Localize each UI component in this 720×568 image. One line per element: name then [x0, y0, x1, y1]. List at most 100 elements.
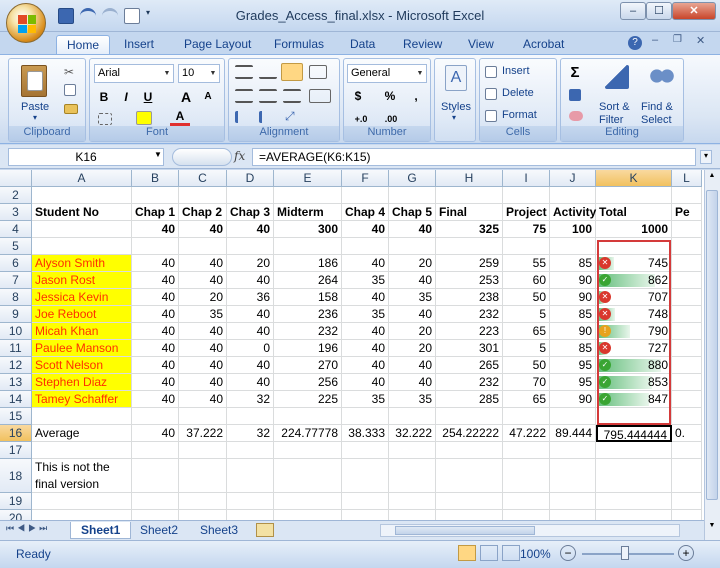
average-value[interactable]: 0.: [672, 425, 702, 442]
cell[interactable]: [596, 510, 672, 520]
score-value[interactable]: 40: [179, 340, 227, 357]
max-score[interactable]: 40: [227, 221, 274, 238]
column-heading[interactable]: Chap 4: [342, 204, 389, 221]
average-value[interactable]: 47.222: [503, 425, 550, 442]
max-score[interactable]: 75: [503, 221, 550, 238]
cell[interactable]: [672, 255, 702, 272]
score-value[interactable]: 40: [389, 357, 436, 374]
column-heading[interactable]: Activity: [550, 204, 596, 221]
cell[interactable]: [274, 459, 342, 493]
cell[interactable]: [227, 238, 274, 255]
score-value[interactable]: 253: [436, 272, 503, 289]
office-button[interactable]: [6, 3, 46, 43]
student-name[interactable]: Scott Nelson: [32, 357, 132, 374]
delete-button[interactable]: Delete: [502, 87, 534, 99]
score-value[interactable]: 40: [342, 340, 389, 357]
find-select-button[interactable]: Find &: [641, 101, 673, 113]
scroll-thumb[interactable]: [706, 190, 718, 500]
column-header[interactable]: C: [179, 170, 227, 187]
cell[interactable]: [179, 238, 227, 255]
student-name[interactable]: Jessica Kevin: [32, 289, 132, 306]
score-value[interactable]: 40: [132, 272, 179, 289]
cell[interactable]: [550, 442, 596, 459]
minimize-button[interactable]: –: [620, 2, 646, 20]
score-value[interactable]: 232: [274, 323, 342, 340]
cell[interactable]: [672, 442, 702, 459]
cell[interactable]: [550, 493, 596, 510]
currency-button[interactable]: $: [348, 86, 368, 106]
undo-icon[interactable]: [80, 8, 96, 24]
font-name-dropdown[interactable]: Arial ▼: [94, 64, 174, 83]
average-value[interactable]: 37.222: [179, 425, 227, 442]
row-header[interactable]: 19: [0, 493, 32, 510]
align-middle-icon[interactable]: [259, 65, 277, 79]
cell[interactable]: [132, 238, 179, 255]
score-value[interactable]: 40: [342, 289, 389, 306]
score-value[interactable]: 40: [179, 255, 227, 272]
column-heading[interactable]: Chap 3: [227, 204, 274, 221]
score-value[interactable]: 40: [227, 323, 274, 340]
cell[interactable]: [179, 187, 227, 204]
zoom-out-button[interactable]: −: [560, 545, 576, 561]
format-painter-icon[interactable]: [64, 104, 78, 114]
average-value[interactable]: 32.222: [389, 425, 436, 442]
average-value[interactable]: 224.77778: [274, 425, 342, 442]
row-header[interactable]: 20: [0, 510, 32, 520]
score-value[interactable]: 90: [550, 323, 596, 340]
note-cell[interactable]: This is not the final version: [32, 459, 132, 493]
cell[interactable]: [274, 238, 342, 255]
cell[interactable]: [227, 510, 274, 520]
student-name[interactable]: Alyson Smith: [32, 255, 132, 272]
autosum-button[interactable]: Σ: [565, 63, 585, 83]
row-header[interactable]: 5: [0, 238, 32, 255]
cell[interactable]: [672, 221, 702, 238]
row-header[interactable]: 17: [0, 442, 32, 459]
close-button[interactable]: ✕: [672, 2, 716, 20]
italic-button[interactable]: I: [116, 87, 136, 107]
align-center-icon[interactable]: [259, 89, 277, 103]
row-header[interactable]: 11: [0, 340, 32, 357]
cell[interactable]: [132, 442, 179, 459]
cell[interactable]: [672, 408, 702, 425]
row-header[interactable]: 15: [0, 408, 32, 425]
score-value[interactable]: 40: [342, 323, 389, 340]
cell[interactable]: [32, 442, 132, 459]
column-header[interactable]: D: [227, 170, 274, 187]
score-value[interactable]: 285: [436, 391, 503, 408]
cell[interactable]: [503, 459, 550, 493]
score-value[interactable]: 35: [179, 306, 227, 323]
cell[interactable]: [179, 510, 227, 520]
ribbon-minimize-icon[interactable]: –: [652, 34, 658, 46]
redo-icon[interactable]: [102, 8, 118, 24]
cell[interactable]: [503, 442, 550, 459]
student-name[interactable]: Jason Rost: [32, 272, 132, 289]
cell[interactable]: [227, 459, 274, 493]
cell[interactable]: [132, 510, 179, 520]
score-value[interactable]: 40: [389, 272, 436, 289]
cell[interactable]: [32, 408, 132, 425]
comma-button[interactable]: ,: [406, 86, 426, 106]
row-header[interactable]: 3: [0, 204, 32, 221]
tab-acrobat[interactable]: Acrobat: [513, 35, 574, 54]
score-value[interactable]: 5: [503, 340, 550, 357]
row-header[interactable]: 13: [0, 374, 32, 391]
score-value[interactable]: 264: [274, 272, 342, 289]
score-value[interactable]: 238: [436, 289, 503, 306]
max-score[interactable]: 100: [550, 221, 596, 238]
score-value[interactable]: 186: [274, 255, 342, 272]
row-header[interactable]: 8: [0, 289, 32, 306]
score-value[interactable]: 55: [503, 255, 550, 272]
row-header[interactable]: 14: [0, 391, 32, 408]
score-value[interactable]: 20: [389, 323, 436, 340]
row-header[interactable]: 9: [0, 306, 32, 323]
score-value[interactable]: 232: [436, 374, 503, 391]
wrap-text-icon[interactable]: [309, 65, 327, 79]
column-header[interactable]: K: [596, 170, 672, 187]
insert-button[interactable]: Insert: [502, 65, 530, 77]
cell[interactable]: [596, 493, 672, 510]
score-value[interactable]: 40: [132, 323, 179, 340]
max-score[interactable]: 40: [179, 221, 227, 238]
column-heading[interactable]: Chap 2: [179, 204, 227, 221]
paste-dropdown-icon[interactable]: ▾: [33, 113, 37, 122]
insert-sheet-icon[interactable]: [256, 523, 274, 537]
